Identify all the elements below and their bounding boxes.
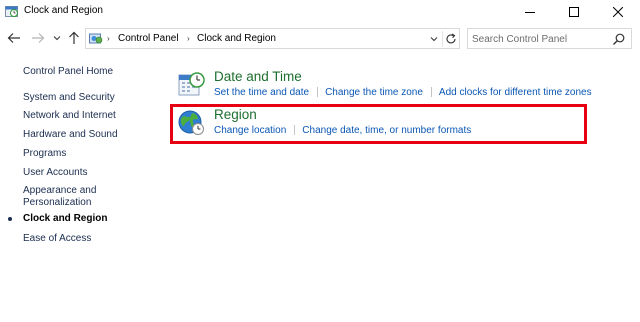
navigation-bar: › Control Panel › Clock and Region xyxy=(0,26,640,50)
sidebar-home-link[interactable]: Control Panel Home xyxy=(23,66,113,78)
control-panel-icon xyxy=(89,32,103,45)
arrow-left-icon[interactable] xyxy=(6,30,22,46)
clock-region-icon xyxy=(5,5,19,18)
sidebar-item-programs[interactable]: Programs xyxy=(23,148,66,160)
title-bar: Clock and Region xyxy=(0,0,640,24)
breadcrumb-separator: › xyxy=(107,34,110,43)
sidebar-item-system-and-security[interactable]: System and Security xyxy=(23,92,115,104)
arrow-up-icon[interactable] xyxy=(66,30,82,46)
chevron-down-icon[interactable] xyxy=(52,30,62,46)
sidebar-item-user-accounts[interactable]: User Accounts xyxy=(23,167,87,179)
link-separator xyxy=(430,87,432,98)
close-button[interactable] xyxy=(596,0,640,24)
maximize-button[interactable] xyxy=(552,0,596,24)
chevron-down-icon[interactable] xyxy=(428,32,440,45)
breadcrumb-separator[interactable]: › xyxy=(187,34,190,43)
date-and-time-links: Set the time and date Change the time zon… xyxy=(214,87,592,98)
refresh-icon[interactable] xyxy=(442,31,458,47)
maximize-icon xyxy=(569,7,579,17)
search-input[interactable] xyxy=(472,32,607,46)
minimize-icon xyxy=(525,12,535,13)
current-item-bullet xyxy=(8,217,12,221)
address-bar[interactable]: › Control Panel › Clock and Region xyxy=(85,28,460,49)
add-clocks-link[interactable]: Add clocks for different time zones xyxy=(439,87,592,98)
set-time-and-date-link[interactable]: Set the time and date xyxy=(214,87,309,98)
sidebar-item-ease-of-access[interactable]: Ease of Access xyxy=(23,233,91,245)
region-highlight-box xyxy=(170,104,587,144)
change-time-zone-link[interactable]: Change the time zone xyxy=(325,87,423,98)
search-icon[interactable] xyxy=(612,32,626,46)
breadcrumb-clock-and-region[interactable]: Clock and Region xyxy=(197,33,276,44)
date-and-time-title[interactable]: Date and Time xyxy=(214,69,302,84)
search-box[interactable] xyxy=(467,28,632,49)
sidebar-item-network-and-internet[interactable]: Network and Internet xyxy=(23,110,116,122)
arrow-right-icon[interactable] xyxy=(30,30,46,46)
breadcrumb-control-panel[interactable]: Control Panel xyxy=(118,33,179,44)
sidebar-item-hardware-and-sound[interactable]: Hardware and Sound xyxy=(23,129,118,141)
sidebar-item-clock-and-region: Clock and Region xyxy=(23,213,108,224)
close-icon xyxy=(613,7,623,17)
sidebar-item-appearance-and-personalization[interactable]: Appearance and Personalization xyxy=(23,185,103,209)
window-title: Clock and Region xyxy=(24,5,103,16)
link-separator xyxy=(317,87,319,98)
minimize-button[interactable] xyxy=(508,0,552,24)
calendar-clock-icon[interactable] xyxy=(176,69,206,99)
